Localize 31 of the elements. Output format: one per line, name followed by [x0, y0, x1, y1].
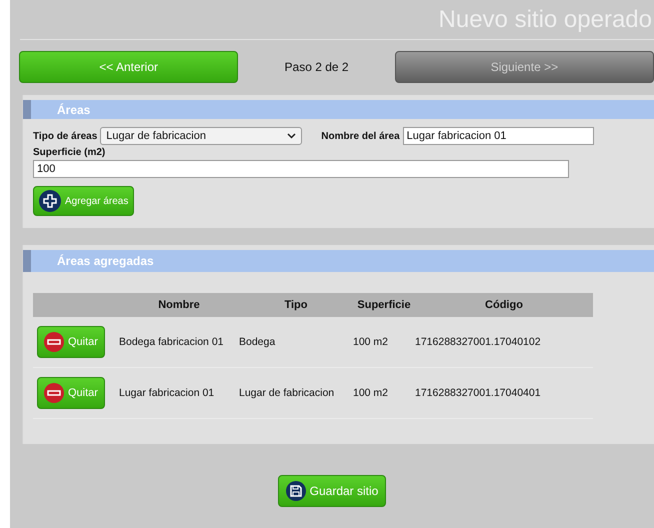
table-cell: 100 m2	[353, 317, 415, 368]
add-areas-button[interactable]: Agregar áreas	[33, 186, 134, 216]
table-cell: Lugar fabricacion 01	[119, 368, 239, 419]
step-indicator: Paso 2 de 2	[284, 60, 350, 74]
table-cell: 1716288327001.17040401	[415, 368, 593, 419]
field-label: Superficie (m2)	[33, 147, 106, 158]
minus-icon	[44, 332, 64, 352]
table-cell: Bodega	[239, 317, 353, 368]
minus-icon	[44, 383, 64, 403]
plus-icon	[39, 190, 61, 212]
field-label: Nombre del área	[321, 130, 400, 142]
save-icon	[286, 481, 306, 501]
surface-field[interactable]: 100	[33, 160, 569, 178]
remove-button[interactable]: Quitar	[37, 326, 105, 358]
column-header: Código	[415, 293, 593, 317]
column-header: Superficie	[353, 293, 415, 317]
area-type-select[interactable]: Lugar de fabricacion	[100, 127, 302, 145]
remove-button[interactable]: Quitar	[37, 377, 105, 409]
section-title: Áreas	[57, 102, 90, 116]
column-header: Tipo	[239, 293, 353, 317]
table-cell: Bodega fabricacion 01	[119, 317, 239, 368]
save-site-button[interactable]: Guardar sitio	[278, 475, 386, 507]
field-label: Tipo de áreas	[33, 130, 98, 142]
table-cell: 1716288327001.17040102	[415, 317, 593, 368]
previous-button[interactable]: << Anterior	[19, 51, 238, 83]
area-name-field[interactable]: Lugar fabricacion 01	[402, 127, 594, 145]
column-header: Nombre	[119, 293, 239, 317]
table-cell: 100 m2	[353, 368, 415, 419]
caret-icon	[287, 133, 296, 139]
section-title: Áreas agregadas	[57, 254, 154, 268]
table-cell: Lugar de fabricacion	[239, 368, 353, 419]
